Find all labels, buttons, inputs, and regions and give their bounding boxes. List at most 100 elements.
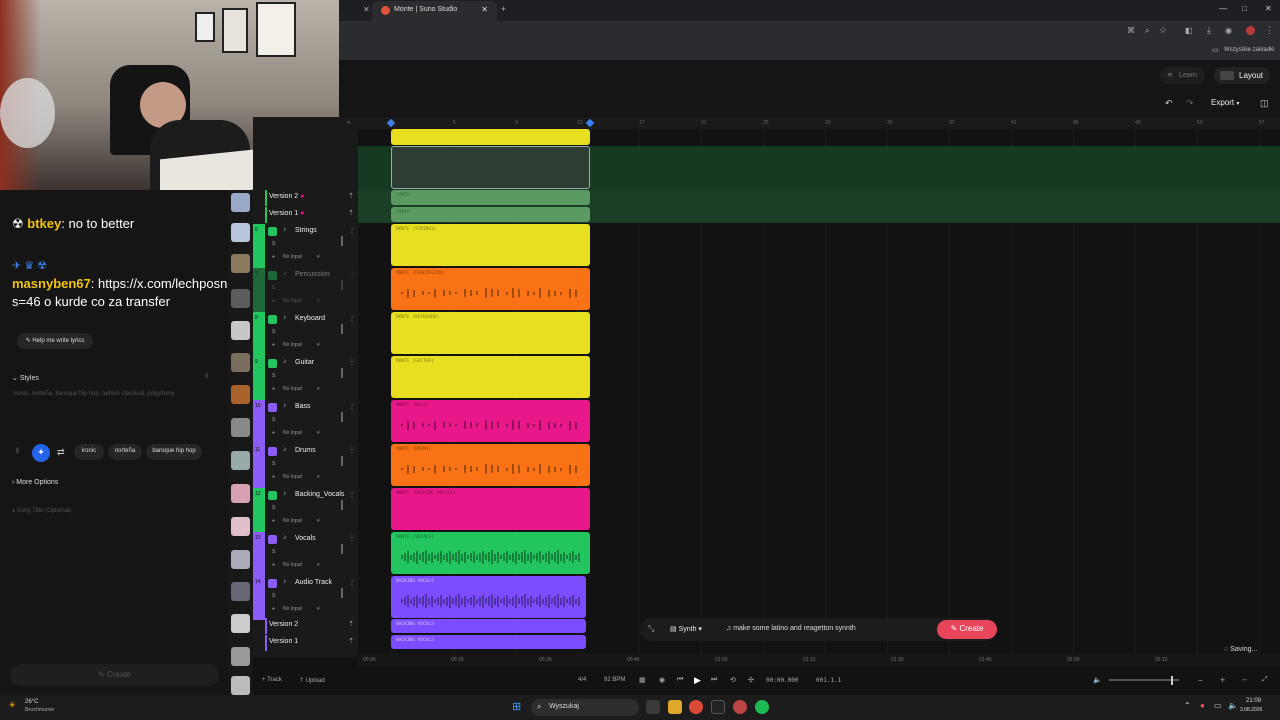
track-name[interactable]: Backing_Vocals	[295, 491, 344, 498]
track-name[interactable]: Guitar	[295, 359, 314, 366]
speaker-icon[interactable]: 🔈	[1228, 701, 1238, 710]
clip-monte-strings-[interactable]: MONTE (STRINGS)	[391, 224, 590, 266]
extensions-icon[interactable]: ◧	[1185, 26, 1193, 35]
track-menu-icon[interactable]: ⋮	[349, 447, 355, 454]
close-tab-icon[interactable]: ✕	[481, 5, 488, 14]
solo-button[interactable]: S	[272, 285, 275, 291]
style-tag[interactable]: ironic	[74, 444, 104, 460]
translate-icon[interactable]: ⌘	[1127, 26, 1135, 35]
record-arm-icon[interactable]: ●	[272, 474, 275, 480]
track-menu-icon[interactable]: ⋮	[349, 271, 355, 278]
style-tag[interactable]: norteña	[108, 444, 142, 460]
styles-menu-icon[interactable]: ⫴	[205, 373, 208, 381]
clip-monte-vocals-[interactable]: MONTE (VOCALS)	[391, 532, 590, 574]
solo-button[interactable]: S	[272, 461, 275, 467]
master-volume-handle[interactable]	[1171, 676, 1173, 685]
clip-monte-percussion-[interactable]: MONTE (PERCUSSION)	[391, 268, 590, 310]
record-arm-icon[interactable]: ●	[272, 342, 275, 348]
selected-empty-clip[interactable]	[391, 146, 590, 189]
app-icon[interactable]	[711, 700, 725, 714]
speaker-icon[interactable]	[268, 491, 277, 500]
track-row-bass[interactable]: 10 ♪ Bass ⋮ S ● No Input ▾	[253, 400, 358, 444]
clip-monte-bass-[interactable]: MONTE (BASS)	[391, 400, 590, 442]
clip-synth[interactable]: SYNTH	[391, 207, 590, 222]
track-row-strings[interactable]: 6 ♪ Strings ⋮ S ● No Input ▾	[253, 224, 358, 268]
song-thumbnail[interactable]	[231, 223, 250, 242]
input-select[interactable]: No Input	[283, 342, 302, 348]
windows-start-icon[interactable]: ⊞	[512, 700, 521, 713]
track-menu-icon[interactable]: ⋮	[349, 359, 355, 366]
browser-menu-icon[interactable]: ⋮	[1265, 25, 1274, 36]
upload-arrow-icon[interactable]: ⇡	[348, 637, 354, 645]
input-select[interactable]: No Input	[283, 298, 302, 304]
speaker-icon[interactable]	[268, 359, 277, 368]
new-tab-icon[interactable]: +	[501, 4, 506, 14]
track-fader[interactable]	[341, 324, 343, 334]
track-name[interactable]: Keyboard	[295, 315, 325, 322]
song-thumbnail[interactable]	[231, 647, 250, 666]
track-fader[interactable]	[341, 500, 343, 510]
speaker-icon[interactable]	[268, 535, 277, 544]
more-options-toggle[interactable]: › More Options	[12, 479, 58, 486]
bar-ruler[interactable]: 1 5 9 13 17 21 25 29 33 37 41 45 49 53 57	[358, 117, 1280, 129]
song-title-input[interactable]: ♪ Song Title (Optional)	[12, 508, 71, 514]
network-icon[interactable]: ▭	[1214, 701, 1222, 710]
expand-icon[interactable]: ⤡	[648, 624, 654, 634]
taskbar-search[interactable]: ⌕ Wyszukaj	[531, 699, 639, 716]
song-thumbnail[interactable]	[231, 484, 250, 503]
input-select[interactable]: No Input	[283, 430, 302, 436]
record-arm-icon[interactable]: ●	[272, 254, 275, 260]
styles-section[interactable]: ⌄ Styles	[12, 374, 39, 382]
song-thumbnail[interactable]	[231, 418, 250, 437]
rewind-icon[interactable]: ⏮	[677, 676, 683, 684]
song-thumbnail[interactable]	[231, 517, 250, 536]
clip-monte-guitar-[interactable]: MONTE (GUITAR)	[391, 356, 590, 398]
record-arm-icon[interactable]: ●	[272, 562, 275, 568]
prompt-input[interactable]: ♫ make some latino and reagetton synnth	[726, 625, 926, 632]
track-row-backing-vocals[interactable]: 12 ♪ Backing_Vocals ⋮ S ● No Input ▾	[253, 488, 358, 532]
minimize-icon[interactable]: —	[1219, 4, 1227, 13]
speaker-icon[interactable]	[268, 227, 277, 236]
zoom-icon[interactable]: ⌕	[1145, 26, 1149, 36]
song-thumbnail[interactable]	[231, 550, 250, 569]
upload-arrow-icon[interactable]: ⇡	[348, 192, 354, 200]
fit-icon[interactable]: ↔	[1241, 676, 1248, 683]
close-window-icon[interactable]: ✕	[1265, 4, 1272, 13]
synth-selector[interactable]: ▤ Synth ▾	[670, 625, 702, 633]
speaker-icon[interactable]	[268, 403, 277, 412]
create-song-button[interactable]: ✎ Create	[10, 664, 219, 686]
version-2-row[interactable]: Version 2 ● ⇡	[265, 190, 358, 206]
song-thumbnail[interactable]	[231, 385, 250, 404]
speaker-icon[interactable]	[268, 579, 277, 588]
address-bar[interactable]: ⌘ ⌕ ☆ ◧ ⤓ ◉ ⋮	[339, 21, 1280, 41]
track-fader[interactable]	[341, 280, 343, 290]
add-track-button[interactable]: + Track	[262, 677, 282, 683]
file-explorer-icon[interactable]	[668, 700, 682, 714]
microphone-icon[interactable]: ●	[1200, 701, 1205, 710]
bpm-display[interactable]: 92 BPM	[604, 677, 625, 683]
track-name[interactable]: Strings	[295, 227, 317, 234]
track-name[interactable]: Audio Track	[295, 579, 332, 586]
song-thumbnail[interactable]	[231, 614, 250, 633]
forward-icon[interactable]: ⏭	[711, 676, 717, 684]
solo-button[interactable]: S	[272, 593, 275, 599]
download-icon[interactable]: ⤓	[1207, 25, 1211, 36]
clip-synth[interactable]: SYNTH	[391, 190, 590, 205]
track-row-vocals[interactable]: 13 ♪ Vocals ⋮ S ● No Input ▾	[253, 532, 358, 576]
speaker-icon[interactable]	[268, 271, 277, 280]
track-name[interactable]: Bass	[295, 403, 311, 410]
song-thumbnail[interactable]	[231, 193, 250, 212]
clip-backing-vocals[interactable]: BACKING VOCALS	[391, 635, 586, 649]
clip-backing-vocals[interactable]: BACKING VOCALS	[391, 619, 586, 633]
solo-button[interactable]: S	[272, 373, 275, 379]
track-fader[interactable]	[341, 412, 343, 422]
style-tag[interactable]: baroque hip hop	[146, 444, 202, 460]
song-thumbnail[interactable]	[231, 254, 250, 273]
track-menu-icon[interactable]: ⋮	[349, 579, 355, 586]
task-view-icon[interactable]	[646, 700, 660, 714]
track-name[interactable]: Drums	[295, 447, 316, 454]
record-icon[interactable]: ◉	[659, 676, 665, 684]
styles-input[interactable]: ironic, norteña, baroque hip hop, turkis…	[14, 391, 214, 397]
track-row-audio-track[interactable]: 14 ♪ Audio Track ⋮ S ● No Input ▾	[253, 576, 358, 620]
export-button[interactable]: Export ▾	[1207, 95, 1249, 111]
